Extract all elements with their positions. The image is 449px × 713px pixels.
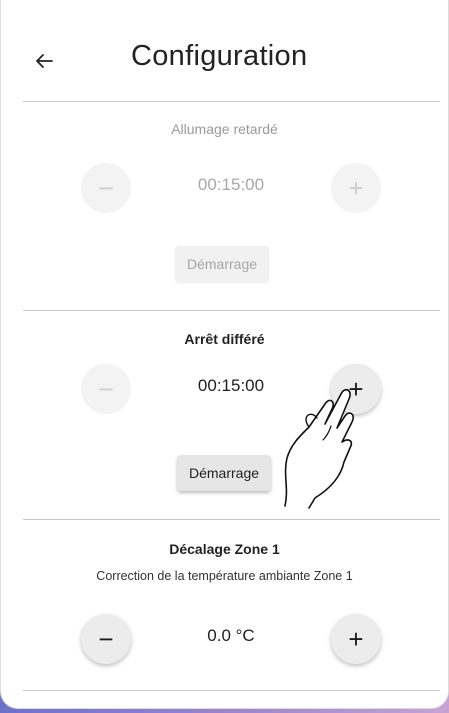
- divider: [23, 310, 440, 311]
- config-panel: Configuration Allumage retardé − 00:15:0…: [0, 0, 449, 709]
- increase-button[interactable]: +: [331, 614, 381, 664]
- section-subtitle: Correction de la température ambiante Zo…: [96, 569, 353, 583]
- delayed-start-row: − 00:15:00 +: [1, 163, 448, 213]
- time-value: 00:15:00: [197, 175, 265, 194]
- divider: [23, 690, 440, 691]
- zone1-offset-row: − 0.0 °C +: [1, 614, 448, 664]
- temperature-value: 0.0 °C: [207, 626, 255, 645]
- start-button[interactable]: Démarrage: [175, 246, 270, 282]
- delayed-stop-row: − 00:15:00 +: [1, 364, 448, 414]
- decrease-button[interactable]: −: [81, 364, 131, 414]
- divider: [23, 101, 440, 102]
- time-value: 00:15:00: [197, 376, 265, 395]
- delayed-start-section: Allumage retardé: [1, 121, 448, 137]
- decrease-button[interactable]: −: [81, 163, 131, 213]
- increase-button[interactable]: +: [331, 163, 381, 213]
- zone1-offset-section: Décalage Zone 1 Correction de la tempéra…: [1, 541, 448, 583]
- section-title: Allumage retardé: [171, 121, 278, 137]
- decrease-button[interactable]: −: [81, 614, 131, 664]
- arrow-left-icon: [36, 54, 53, 68]
- section-title: Décalage Zone 1: [169, 541, 280, 557]
- page-title: Configuration: [131, 40, 308, 72]
- start-button[interactable]: Démarrage: [177, 455, 272, 491]
- header: Configuration: [1, 0, 448, 100]
- delayed-stop-section: Arrêt différé: [1, 331, 448, 347]
- increase-button[interactable]: +: [331, 364, 381, 414]
- back-button[interactable]: [29, 46, 59, 76]
- divider: [23, 519, 440, 520]
- section-title: Arrêt différé: [184, 331, 265, 347]
